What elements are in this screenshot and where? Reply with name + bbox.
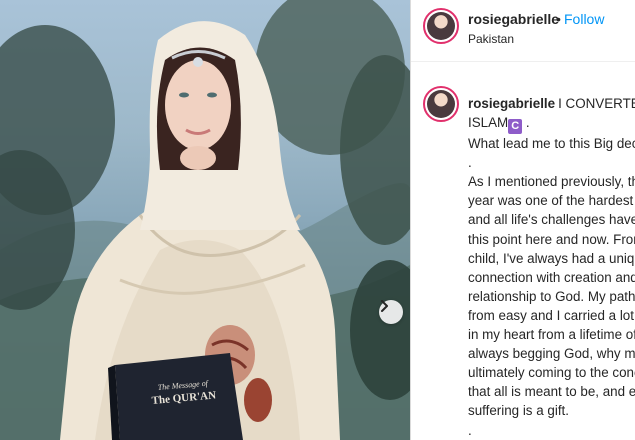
chevron-right-icon xyxy=(381,300,388,312)
photo-illustration: The Message of The QUR'AN xyxy=(0,0,410,440)
caption-text: rosiegabrielleI CONVERTED to ISLAMC . Wh… xyxy=(468,94,635,440)
caption-line2: ISLAM xyxy=(468,115,509,131)
caption-avatar[interactable] xyxy=(423,86,459,122)
caption-line: child, I've always had a unique xyxy=(468,250,635,266)
caption-line: that all is meant to be, and ever xyxy=(468,384,635,400)
caption-line: and all life's challenges have led xyxy=(468,212,635,228)
caption-line: relationship to God. My path w xyxy=(468,288,635,304)
avatar[interactable] xyxy=(423,8,459,44)
caption-line: in my heart from a lifetime of pa xyxy=(468,327,635,343)
caption-line: from easy and I carried a lot of xyxy=(468,307,635,323)
caption-line: always begging God, why me? U xyxy=(468,346,635,362)
caption-line2-tail: . xyxy=(522,115,530,131)
caption-username[interactable]: rosiegabrielle xyxy=(468,96,555,111)
post-photo[interactable]: The Message of The QUR'AN xyxy=(0,0,410,440)
book: The Message of The QUR'AN xyxy=(108,353,243,440)
username-link[interactable]: rosiegabrielle xyxy=(468,11,559,27)
caption-line: rosiegabrielleI CONVERTED to xyxy=(468,94,635,113)
post-header: rosiegabrielle • Follow Pakistan xyxy=(411,0,635,62)
location-link[interactable]: Pakistan xyxy=(468,32,514,46)
caption-line: . xyxy=(468,155,472,171)
caption-line: As I mentioned previously, this xyxy=(468,174,635,190)
post-details-panel: rosiegabrielle • Follow Pakistan rosiega… xyxy=(410,0,635,440)
caption-line: . xyxy=(468,422,472,438)
next-photo-button[interactable] xyxy=(379,300,403,324)
caption-line: year was one of the hardest in r xyxy=(468,193,635,209)
caption-line1: I CONVERTED to xyxy=(558,96,635,111)
follow-button[interactable]: Follow xyxy=(564,11,604,27)
caption-line: What lead me to this Big decisio xyxy=(468,136,635,152)
emoji-icon: C xyxy=(508,119,523,135)
caption-line: ultimately coming to the conclu xyxy=(468,365,635,381)
caption-line: this point here and now. From a xyxy=(468,231,635,247)
caption-line: ISLAM C . xyxy=(468,113,635,135)
caption-line: suffering is a gift. xyxy=(468,403,569,419)
caption-line: connection with creation and sp xyxy=(468,269,635,285)
separator-dot: • xyxy=(556,11,561,27)
